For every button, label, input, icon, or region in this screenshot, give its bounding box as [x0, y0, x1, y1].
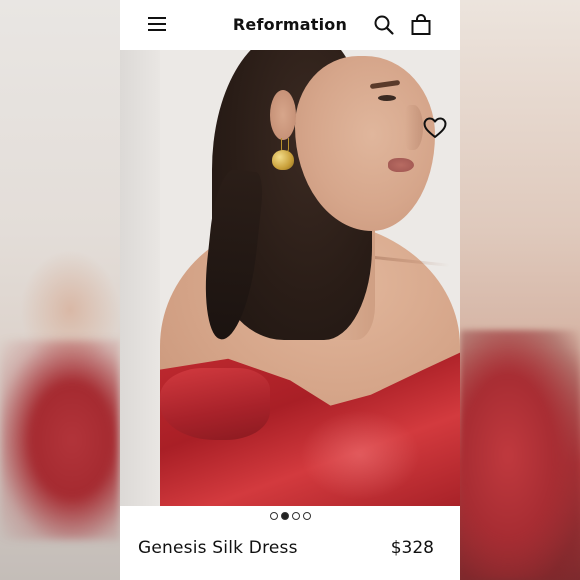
- image-carousel-indicator: [120, 512, 460, 522]
- heart-earring: [272, 150, 294, 170]
- product-image[interactable]: [120, 50, 460, 506]
- brand-logo[interactable]: Reformation: [120, 15, 460, 34]
- carousel-dot[interactable]: [269, 512, 278, 520]
- dress-sleeve: [160, 368, 270, 440]
- product-screen: Reformation Genesis Silk Dress $328: [120, 0, 460, 580]
- carousel-dot[interactable]: [291, 512, 300, 520]
- search-icon[interactable]: [373, 14, 395, 36]
- shopping-bag-icon[interactable]: [410, 14, 432, 36]
- carousel-dot-active[interactable]: [280, 512, 289, 520]
- product-title: Genesis Silk Dress: [138, 538, 298, 558]
- blurred-backdrop-left: [0, 0, 120, 580]
- product-price: $328: [390, 538, 434, 558]
- blurred-backdrop-right: [460, 0, 580, 580]
- heart-icon[interactable]: [422, 116, 448, 140]
- carousel-dot[interactable]: [302, 512, 311, 520]
- top-navigation-bar: Reformation: [120, 0, 460, 50]
